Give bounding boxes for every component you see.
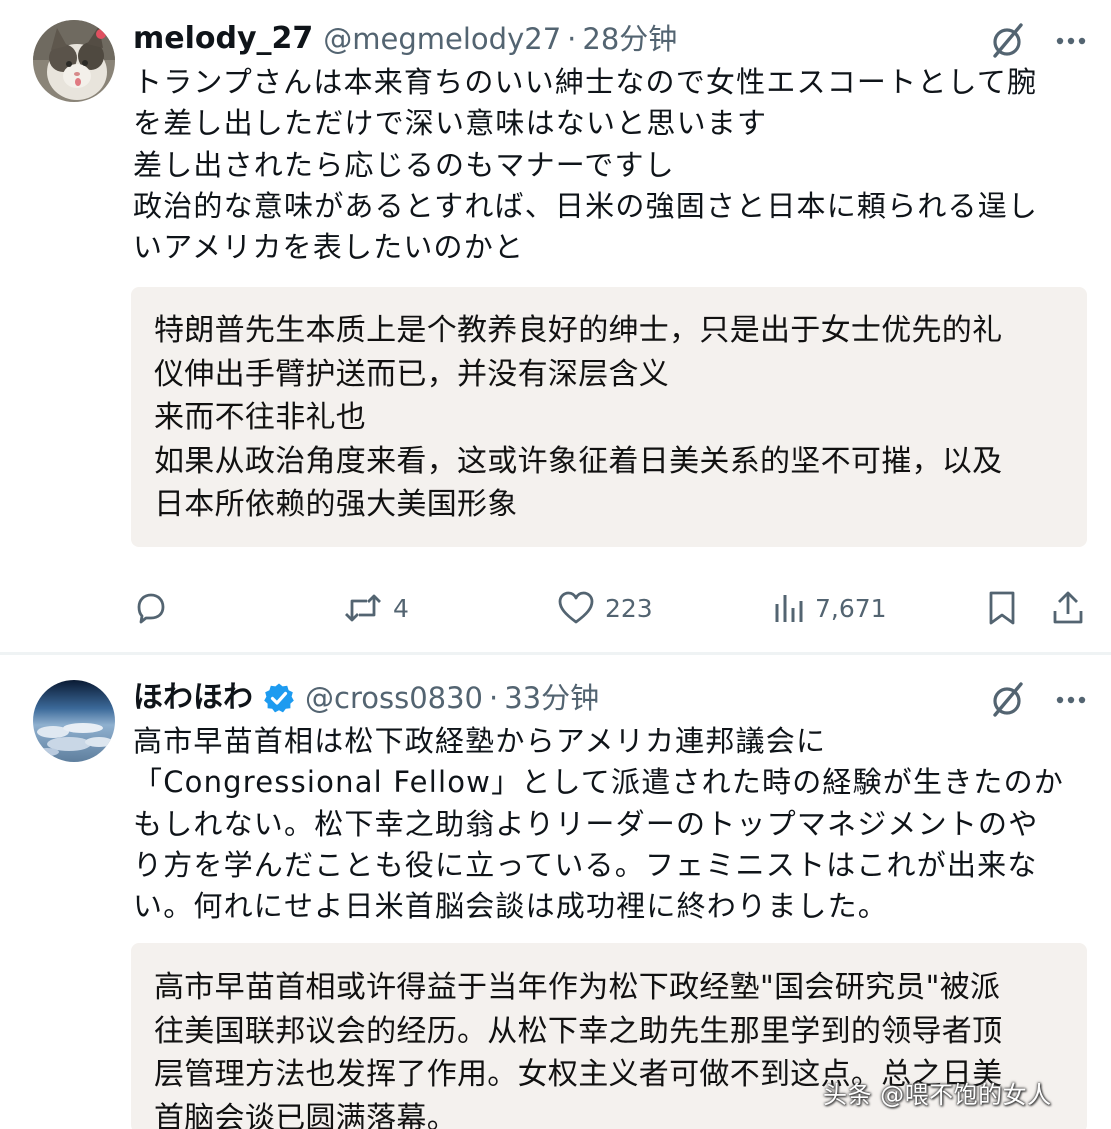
display-name[interactable]: ほわほわ: [133, 676, 253, 720]
user-handle[interactable]: @megmelody27: [323, 17, 561, 61]
translation-box: 特朗普先生本质上是个教养良好的绅士，只是出于女士优先的礼 仪伸出手臂护送而已，并…: [131, 287, 1087, 547]
display-name[interactable]: melody_27: [133, 17, 313, 61]
repost-icon: [345, 594, 381, 622]
reply-button[interactable]: [133, 585, 169, 631]
repost-count: 4: [393, 593, 409, 623]
earth-from-space-avatar-icon: [33, 680, 115, 762]
verified-badge-icon: [263, 682, 295, 714]
translation-line: 高市早苗首相或许得益于当年作为松下政经塾"国会研究员"被派: [154, 970, 1001, 1005]
share-button[interactable]: [1051, 585, 1085, 631]
post-header: melody_27 @megmelody27 · 28分钟: [133, 17, 677, 61]
translation-line: 仪伸出手臂护送而已，并没有深层含义: [154, 356, 670, 392]
translation-line: 日本所依赖的强大美国形象: [154, 487, 518, 523]
post-howahowa[interactable]: ほわほわ @cross0830 · 33分钟 高市早苗首相は松下政経塾からアメリ…: [0, 655, 1111, 1129]
post-top-icons: [987, 21, 1089, 61]
bookmark-button[interactable]: [986, 585, 1018, 631]
views-count: 7,671: [815, 593, 887, 623]
post-text-line: を差し出しただけで深い意味はないと思います: [133, 106, 768, 141]
reply-icon: [137, 593, 165, 624]
post-header: ほわほわ @cross0830 · 33分钟: [133, 676, 599, 720]
bookmark-icon: [989, 591, 1015, 625]
post-time[interactable]: 33分钟: [504, 676, 599, 720]
avatar[interactable]: [33, 20, 115, 102]
translation-line: 往美国联邦议会的经历。从松下幸之助先生那里学到的领导者顶: [154, 1013, 1003, 1049]
post-text-line: いアメリカを表したいのかと: [133, 230, 525, 265]
post-text-line: い。何れにせよ日米首脳会談は成功裡に終わりました。: [133, 889, 889, 924]
heart-icon: [558, 591, 594, 624]
repost-button[interactable]: 4: [343, 585, 409, 631]
cat-avatar-icon: [33, 20, 115, 102]
like-button[interactable]: 223: [557, 585, 653, 631]
more-options-icon[interactable]: [1053, 23, 1089, 59]
post-text-line: もしれない。松下幸之助翁よりリーダーのトップマネジメントのや: [133, 806, 1039, 841]
post-text-line: り方を学んだことも役に立っている。フェミニストはこれが出来な: [133, 847, 1038, 882]
separator-dot: ·: [489, 681, 499, 715]
user-handle[interactable]: @cross0830: [305, 676, 483, 720]
grok-icon[interactable]: [987, 680, 1027, 720]
avatar[interactable]: [33, 680, 115, 762]
timeline: melody_27 @megmelody27 · 28分钟 トランプさんは本来育…: [0, 0, 1111, 1129]
translation-line: 如果从政治角度来看，这或许象征着日美关系的坚不可摧，以及: [154, 443, 1003, 479]
post-text-line: 高市早苗首相は松下政経塾からアメリカ連邦議会に: [133, 724, 827, 758]
post-text: トランプさんは本来育ちのいい紳士なので女性エスコートとして腕 を差し出しただけで…: [133, 62, 1093, 268]
post-text-line: 「Congressional Fellow」として派遣された時の経験が生きたのか: [133, 765, 1064, 800]
translation-text: 特朗普先生本质上是个教养良好的绅士，只是出于女士优先的礼 仪伸出手臂护送而已，并…: [154, 309, 1002, 527]
views-button[interactable]: 7,671: [773, 585, 887, 631]
post-text-line: 差し出されたら応じるのもマナーですし: [133, 147, 675, 182]
post-time[interactable]: 28分钟: [582, 17, 677, 61]
post-melody[interactable]: melody_27 @megmelody27 · 28分钟 トランプさんは本来育…: [0, 0, 1111, 652]
post-text-line: トランプさんは本来育ちのいい紳士なので女性エスコートとして腕: [133, 65, 1038, 99]
share-icon: [1053, 591, 1083, 624]
grok-icon[interactable]: [987, 21, 1027, 61]
post-text: 高市早苗首相は松下政経塾からアメリカ連邦議会に 「Congressional F…: [133, 721, 1093, 927]
separator-dot: ·: [567, 22, 577, 56]
post-actions: 4 223 7,671: [133, 585, 1088, 631]
post-text-line: 政治的な意味があるとすれば、日米の強固さと日本に頼られる逞し: [133, 188, 1039, 223]
like-count: 223: [605, 593, 653, 623]
translation-line: 来而不往非礼也: [154, 400, 367, 436]
post-top-icons: [987, 680, 1089, 720]
views-icon: [775, 595, 803, 622]
more-options-icon[interactable]: [1053, 682, 1089, 718]
watermark: 头条 @喂不饱的女人: [823, 1081, 1052, 1109]
translation-line: 特朗普先生本质上是个教养良好的绅士，只是出于女士优先的礼: [154, 313, 1003, 348]
